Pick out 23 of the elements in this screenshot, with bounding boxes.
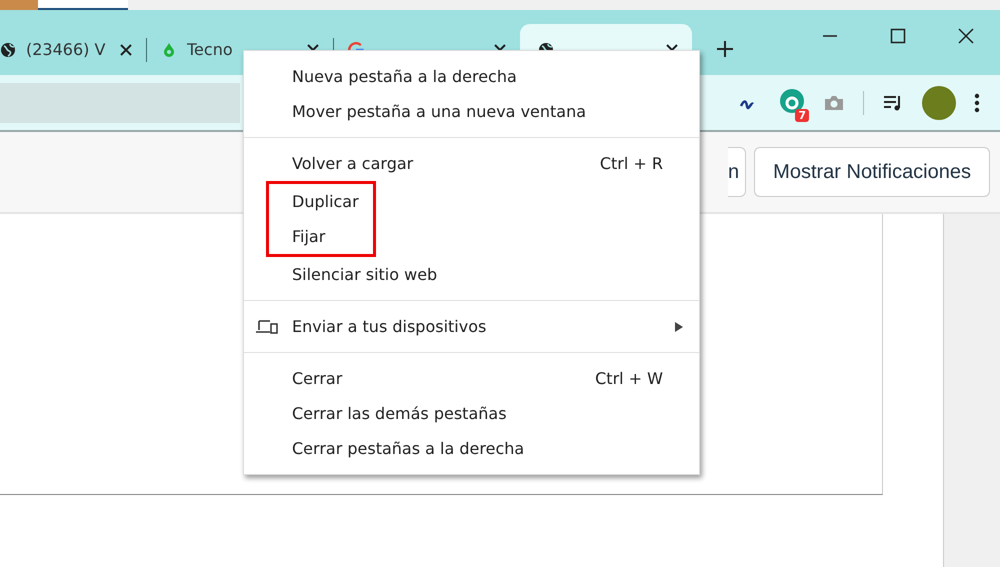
- page-button[interactable]: Mostrar Notificaciones: [754, 147, 990, 197]
- scrollbar[interactable]: [943, 214, 1000, 567]
- count-badge: 7: [795, 108, 809, 122]
- tab-title: (23466) V: [26, 40, 106, 59]
- close-icon[interactable]: [120, 44, 132, 56]
- menu-item[interactable]: Enviar a tus dispositivos: [244, 309, 699, 344]
- menu-item[interactable]: Duplicar: [269, 184, 373, 219]
- menu-item[interactable]: Silenciar sitio web: [244, 257, 699, 292]
- leaf-icon: [161, 42, 177, 58]
- menu-item[interactable]: Cerrar pestañas a la derecha: [244, 431, 699, 466]
- menu-item[interactable]: Mover pestaña a una nueva ventana: [244, 94, 699, 129]
- menu-item[interactable]: Fijar: [269, 219, 373, 254]
- menu-icon[interactable]: [974, 92, 980, 112]
- tab-title: Tecno: [187, 40, 234, 59]
- menu-item[interactable]: Cerrar las demás pestañas: [244, 396, 699, 431]
- menu-item[interactable]: Cerrar Ctrl + W: [244, 361, 699, 396]
- submenu-arrow-icon: [675, 322, 683, 332]
- menu-item[interactable]: Nueva pestaña a la derecha: [244, 59, 699, 94]
- browser-tab[interactable]: (23466) V: [0, 24, 146, 75]
- page-button[interactable]: n: [728, 147, 746, 197]
- profile-avatar[interactable]: [922, 86, 956, 120]
- devices-icon: [256, 318, 278, 334]
- menu-item[interactable]: Volver a cargar Ctrl + R: [244, 146, 699, 181]
